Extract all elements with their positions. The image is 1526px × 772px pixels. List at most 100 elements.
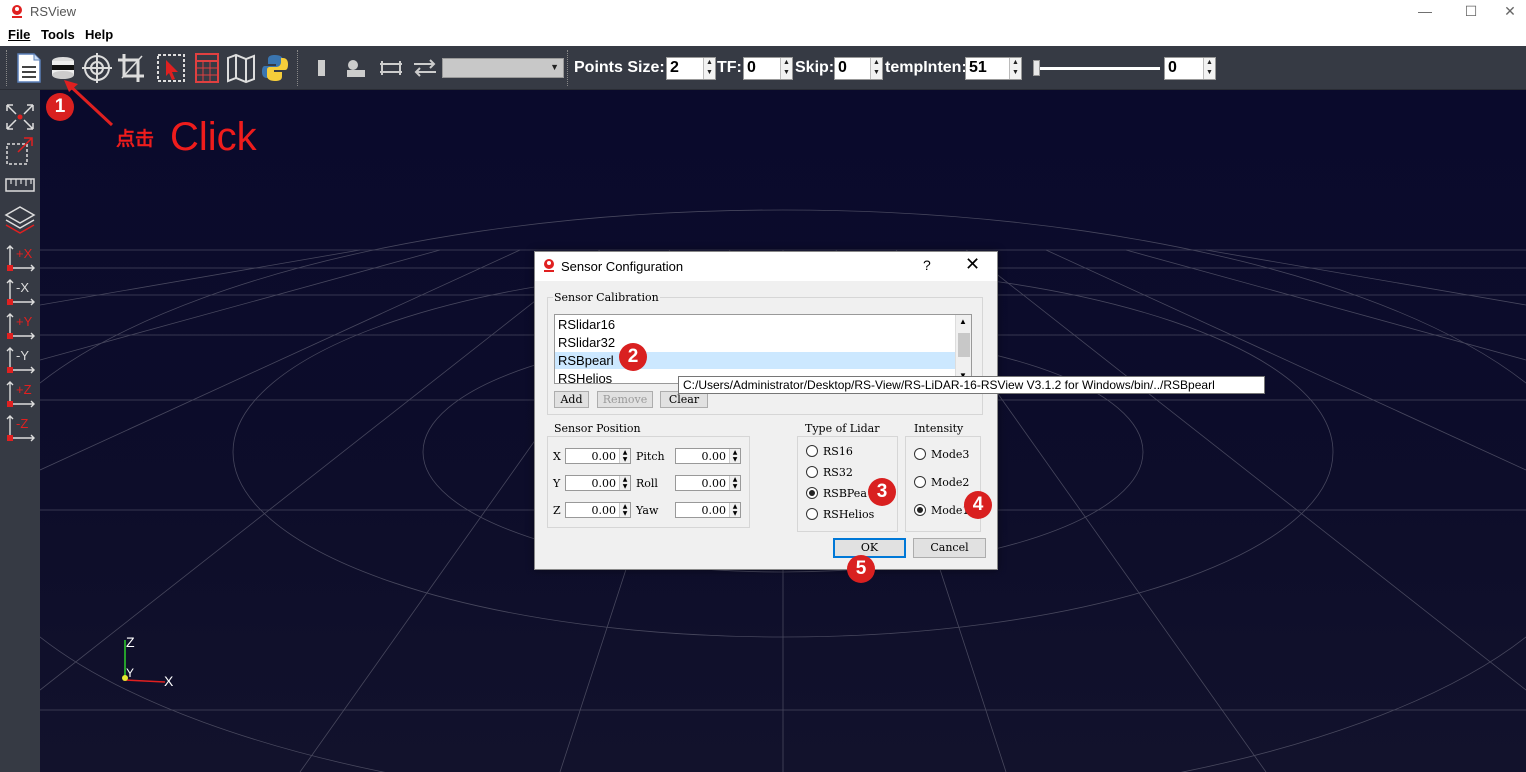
sensor-configuration-dialog: Sensor Configuration ? ✕ Sensor Calibrat…	[534, 251, 998, 570]
view-plus-z-icon[interactable]: +Z	[4, 378, 36, 408]
sensor-position-title: Sensor Position	[553, 422, 642, 435]
z-spinbox[interactable]: 0.00 ▲ ▼	[565, 502, 631, 518]
pitch-spinbox[interactable]: 0.00 ▲ ▼	[675, 448, 741, 464]
skip-label: Skip:	[795, 59, 835, 76]
axis-label: -Y	[16, 348, 29, 363]
spin-arrows-icon[interactable]: ▲ ▼	[870, 58, 882, 79]
list-item[interactable]: RSlidar16	[555, 316, 955, 333]
select-region-icon[interactable]	[156, 52, 186, 84]
chevron-up-icon[interactable]: ▲	[959, 317, 967, 326]
reset-camera-icon[interactable]	[4, 102, 36, 132]
radio-rsbpearl-label: RSBPearl	[823, 487, 867, 500]
dialog-title: Sensor Configuration	[561, 259, 684, 274]
tf-spinbox[interactable]: 0 ▲ ▼	[743, 57, 793, 80]
radio-mode2[interactable]	[914, 476, 926, 488]
toolbar-separator	[297, 50, 299, 86]
axis-y-label: Y	[126, 666, 135, 680]
open-file-icon[interactable]	[14, 52, 44, 84]
map-icon[interactable]	[226, 52, 256, 84]
radio-mode3[interactable]	[914, 448, 926, 460]
tempinten-spinbox[interactable]: 51 ▲ ▼	[965, 57, 1022, 80]
close-window-button[interactable]: ✕	[1494, 0, 1526, 24]
list-item-selected[interactable]: RSBpearl	[555, 352, 955, 369]
add-button[interactable]: Add	[554, 391, 589, 408]
intensity-title: Intensity	[913, 422, 965, 435]
yaw-label: Yaw	[636, 504, 659, 517]
spin-arrows-icon[interactable]: ▲ ▼	[780, 58, 792, 79]
view-minus-y-icon[interactable]: -Y	[4, 344, 36, 374]
help-button[interactable]: ?	[923, 257, 931, 273]
radio-mode3-label: Mode3	[931, 448, 970, 461]
ruler-icon[interactable]	[4, 170, 36, 200]
close-dialog-button[interactable]: ✕	[965, 254, 980, 275]
radio-rs16[interactable]	[806, 445, 818, 457]
view-plus-x-icon[interactable]: +X	[4, 242, 36, 272]
radio-rs32[interactable]	[806, 466, 818, 478]
radio-rshelios[interactable]	[806, 508, 818, 520]
chevron-down-icon: ▼	[550, 62, 559, 72]
view-minus-x-icon[interactable]: -X	[4, 276, 36, 306]
calibration-list[interactable]: RSlidar16 RSlidar32 RSBpearl RSHelios ▲ …	[554, 314, 972, 384]
path-tooltip: C:/Users/Administrator/Desktop/RS-View/R…	[678, 376, 1265, 394]
menu-tools[interactable]: Tools	[41, 27, 75, 42]
title-bar: RSView — ☐ ✕	[0, 0, 1526, 24]
spin-arrows-icon[interactable]: ▲ ▼	[619, 503, 630, 517]
radio-mode2-label: Mode2	[931, 476, 970, 489]
left-toolbar: +X -X +Y -Y +Z -Z	[0, 90, 40, 772]
yaw-spinbox[interactable]: 0.00 ▲ ▼	[675, 502, 741, 518]
spin-arrows-icon[interactable]: ▲ ▼	[729, 503, 740, 517]
skip-spinbox[interactable]: 0 ▲ ▼	[834, 57, 883, 80]
menu-bar: File Tools Help	[0, 24, 1526, 46]
radio-rsbpearl[interactable]	[806, 487, 818, 499]
radio-rshelios-label: RSHelios	[823, 508, 875, 521]
remove-button[interactable]: Remove	[597, 391, 653, 408]
axis-z-label: Z	[126, 634, 135, 650]
radio-mode1[interactable]	[914, 504, 926, 516]
spin-arrows-icon[interactable]: ▲ ▼	[1009, 58, 1021, 79]
toolbar-combo-box[interactable]: ▼	[442, 58, 564, 78]
step-badge-2: 2	[619, 343, 647, 371]
spin-arrows-icon[interactable]: ▲ ▼	[729, 449, 740, 463]
view-plus-y-icon[interactable]: +Y	[4, 310, 36, 340]
click-en-note: Click	[170, 115, 257, 159]
scrollbar-thumb[interactable]	[958, 333, 970, 357]
frame-slider-track[interactable]	[1038, 67, 1160, 70]
spin-arrows-icon[interactable]: ▲ ▼	[703, 58, 715, 79]
crop-icon[interactable]	[116, 52, 146, 84]
menu-file[interactable]: File	[8, 27, 30, 42]
points-size-spinbox[interactable]: 2 ▲ ▼	[666, 57, 716, 80]
y-spinbox[interactable]: 0.00 ▲ ▼	[565, 475, 631, 491]
spin-arrows-icon[interactable]: ▲ ▼	[619, 476, 630, 490]
list-scrollbar[interactable]: ▲ ▼	[955, 315, 971, 383]
minimize-button[interactable]: —	[1402, 0, 1448, 24]
arrows-icon[interactable]	[376, 52, 406, 84]
axis-label: +Y	[16, 314, 33, 329]
python-icon[interactable]	[260, 52, 290, 84]
step-badge-3: 3	[868, 478, 896, 506]
x-axis-line	[124, 679, 166, 683]
frame-slider-handle[interactable]	[1033, 60, 1040, 76]
list-item[interactable]: RSlidar32	[555, 334, 955, 351]
shapes-icon[interactable]	[340, 52, 370, 84]
swap-arrows-icon[interactable]	[410, 52, 440, 84]
roll-spinbox[interactable]: 0.00 ▲ ▼	[675, 475, 741, 491]
spin-arrows-icon[interactable]: ▲ ▼	[729, 476, 740, 490]
frame-spinbox[interactable]: 0 ▲ ▼	[1164, 57, 1216, 80]
maximize-button[interactable]: ☐	[1448, 0, 1494, 24]
pitch-label: Pitch	[636, 450, 665, 463]
view-minus-z-icon[interactable]: -Z	[4, 412, 36, 442]
click-cn-note: 点击	[116, 129, 155, 150]
spreadsheet-icon[interactable]	[192, 52, 222, 84]
cancel-button[interactable]: Cancel	[913, 538, 986, 558]
spin-arrows-icon[interactable]: ▲ ▼	[619, 449, 630, 463]
axis-label: +Z	[16, 382, 32, 397]
menu-help[interactable]: Help	[85, 27, 113, 42]
ok-button[interactable]: OK	[833, 538, 906, 558]
main-toolbar: ▼ Points Size: 2 ▲ ▼ TF: 0 ▲ ▼ Skip: 0 ▲ ▼ …	[0, 46, 1526, 90]
spin-arrows-icon[interactable]: ▲ ▼	[1203, 58, 1215, 79]
layers-icon[interactable]	[4, 204, 36, 234]
x-spinbox[interactable]: 0.00 ▲ ▼	[565, 448, 631, 464]
axis-label: +X	[16, 246, 33, 261]
zoom-to-box-icon[interactable]	[4, 136, 36, 166]
vertical-bar-icon[interactable]	[308, 52, 338, 84]
